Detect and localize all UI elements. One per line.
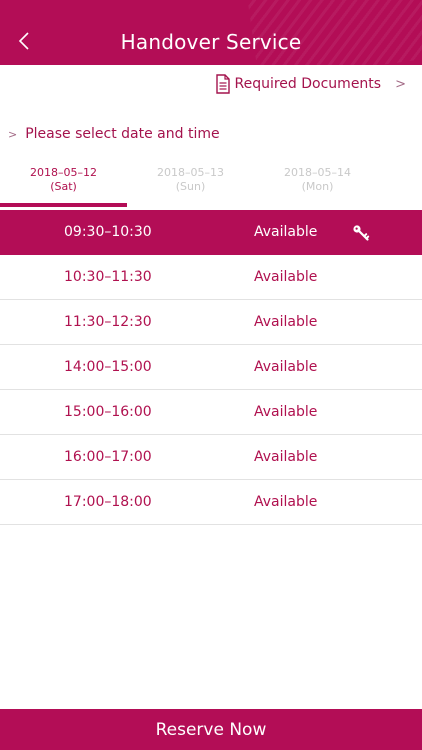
slot-status: Available — [254, 359, 318, 375]
slot-status: Available — [254, 224, 318, 240]
time-slot-row[interactable]: 14:00–15:00 Available — [0, 345, 422, 390]
tab-date-label: 2018–05–13 — [157, 166, 224, 179]
slot-time: 14:00–15:00 — [64, 359, 152, 375]
time-slot-row[interactable]: 16:00–17:00 Available — [0, 435, 422, 480]
tab-date-label: 2018–05–12 — [30, 166, 97, 179]
date-time-prompt: > Please select date and time — [8, 126, 220, 142]
time-slot-row[interactable]: 09:30–10:30 Available — [0, 210, 422, 255]
key-icon — [353, 225, 370, 241]
slot-time: 11:30–12:30 — [64, 314, 152, 330]
date-tabs: 2018–05–12 (Sat) 2018–05–13 (Sun) 2018–0… — [0, 162, 422, 210]
header-bar: Handover Service — [0, 0, 422, 65]
time-slot-list: 09:30–10:30 Available 10:30–11:30 Availa… — [0, 210, 422, 525]
page-title: Handover Service — [120, 30, 302, 54]
tab-date-1[interactable]: 2018–05–12 (Sat) — [0, 162, 127, 208]
prompt-text: Please select date and time — [25, 126, 220, 142]
slot-status: Available — [254, 404, 318, 420]
document-icon — [215, 74, 230, 94]
slot-time: 17:00–18:00 — [64, 494, 152, 510]
time-slot-row[interactable]: 15:00–16:00 Available — [0, 390, 422, 435]
slot-status: Available — [254, 269, 318, 285]
time-slot-row[interactable]: 10:30–11:30 Available — [0, 255, 422, 300]
active-tab-indicator — [0, 203, 127, 207]
reserve-now-button[interactable]: Reserve Now — [0, 709, 422, 750]
tab-date-label: 2018–05–14 — [284, 166, 351, 179]
slot-time: 16:00–17:00 — [64, 449, 152, 465]
tab-day-label: (Sat) — [50, 180, 77, 193]
slot-time: 09:30–10:30 — [64, 224, 152, 240]
tab-date-2[interactable]: 2018–05–13 (Sun) — [127, 162, 254, 208]
time-slot-row[interactable]: 11:30–12:30 Available — [0, 300, 422, 345]
slot-status: Available — [254, 449, 318, 465]
tab-day-label: (Mon) — [301, 180, 334, 193]
slot-status: Available — [254, 494, 318, 510]
chevron-right-icon: > — [395, 76, 406, 92]
tab-day-label: (Sun) — [175, 180, 206, 193]
required-documents-label: Required Documents — [234, 76, 382, 92]
time-slot-row[interactable]: 17:00–18:00 Available — [0, 480, 422, 525]
slot-time: 10:30–11:30 — [64, 269, 152, 285]
slot-time: 15:00–16:00 — [64, 404, 152, 420]
prompt-arrow-icon: > — [8, 127, 18, 141]
tab-date-3[interactable]: 2018–05–14 (Mon) — [254, 162, 381, 208]
required-documents-link[interactable]: Required Documents > — [215, 72, 406, 96]
slot-status: Available — [254, 314, 318, 330]
